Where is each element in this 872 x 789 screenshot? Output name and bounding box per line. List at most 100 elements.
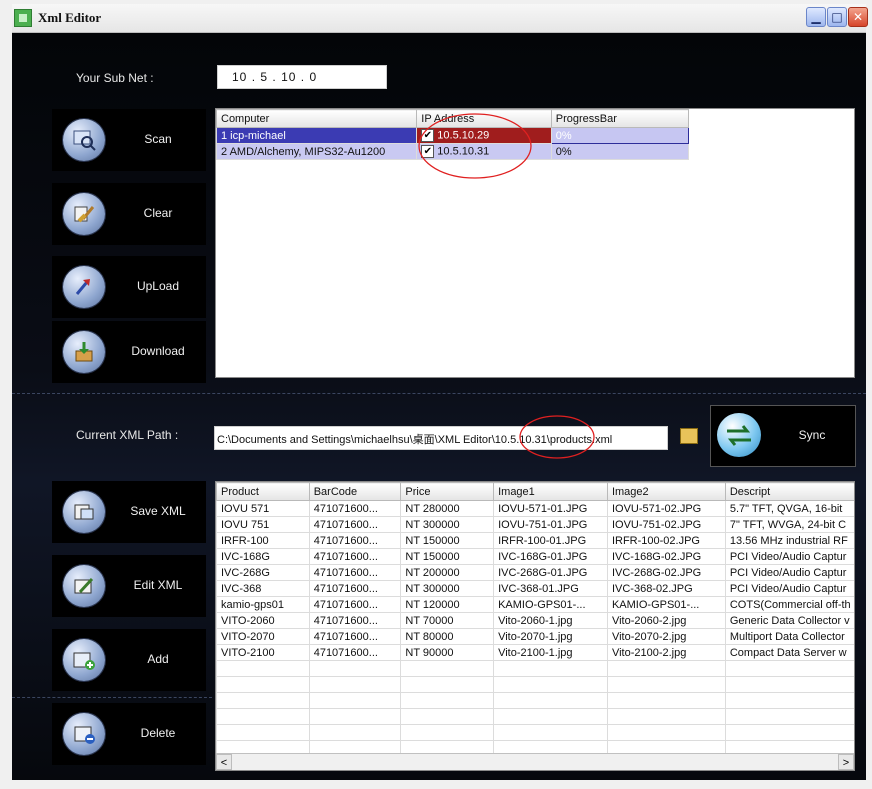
table-cell[interactable]: 471071600...	[308, 644, 402, 661]
table-cell[interactable]: IVC-168G-02.JPG	[606, 548, 726, 565]
table-cell[interactable]: IVC-368	[216, 580, 310, 597]
column-header-descript[interactable]: Descript	[724, 482, 854, 501]
table-cell[interactable]: IOVU 571	[216, 500, 310, 517]
table-row[interactable]: IOVU 751 471071600... NT 300000 IOVU-751-01…	[216, 516, 854, 533]
table-cell[interactable]: Vito-2060-1.jpg	[493, 612, 608, 629]
table-cell[interactable]: KAMIO-GPS01-...	[606, 596, 726, 613]
add-button[interactable]: Add	[52, 629, 206, 691]
table-cell[interactable]: IVC-268G	[216, 564, 310, 581]
table-cell[interactable]: IRFR-100-02.JPG	[606, 532, 726, 549]
scroll-left-icon[interactable]: <	[216, 754, 232, 770]
table-cell[interactable]: Multiport Data Collector	[724, 628, 854, 645]
table-cell[interactable]: IVC-368-01.JPG	[493, 580, 608, 597]
table-cell[interactable]: NT 70000	[400, 612, 495, 629]
subnet-input[interactable]: 10 . 5 . 10 . 0	[217, 65, 387, 89]
column-header-product[interactable]: Product	[216, 482, 310, 501]
table-cell[interactable]: Generic Data Collector v	[724, 612, 854, 629]
table-cell[interactable]: VITO-2070	[216, 628, 310, 645]
table-cell[interactable]: VITO-2100	[216, 644, 310, 661]
table-cell[interactable]: IOVU 751	[216, 516, 310, 533]
table-cell[interactable]: 471071600...	[308, 548, 402, 565]
table-row[interactable]: VITO-2060 471071600... NT 70000 Vito-2060-1…	[216, 612, 854, 629]
table-cell[interactable]: COTS(Commercial off-th	[724, 596, 854, 613]
table-row[interactable]: IRFR-100 471071600... NT 150000 IRFR-100-01…	[216, 532, 854, 549]
table-row[interactable]: IVC-368 471071600... NT 300000 IVC-368-01.J…	[216, 580, 854, 597]
delete-button[interactable]: Delete	[52, 703, 206, 765]
table-cell[interactable]: 13.56 MHz industrial RF	[724, 532, 854, 549]
table-cell[interactable]: kamio-gps01	[216, 596, 310, 613]
table-cell[interactable]: 471071600...	[308, 580, 402, 597]
table-cell[interactable]: IVC-168G-01.JPG	[493, 548, 608, 565]
table-cell[interactable]: PCI Video/Audio Captur	[724, 548, 854, 565]
table-cell[interactable]: IRFR-100	[216, 532, 310, 549]
table-cell[interactable]: NT 90000	[400, 644, 495, 661]
table-cell[interactable]: IRFR-100-01.JPG	[493, 532, 608, 549]
scroll-right-icon[interactable]: >	[838, 754, 854, 770]
table-row[interactable]: kamio-gps01 471071600... NT 120000 KAMIO-GP…	[216, 596, 854, 613]
table-cell[interactable]: NT 150000	[400, 548, 495, 565]
table-cell[interactable]: 471071600...	[308, 628, 402, 645]
table-cell[interactable]: PCI Video/Audio Captur	[724, 580, 854, 597]
table-cell[interactable]: Vito-2070-2.jpg	[606, 628, 726, 645]
save-xml-button[interactable]: Save XML	[52, 481, 206, 543]
table-cell[interactable]: Vito-2100-2.jpg	[606, 644, 726, 661]
table-cell[interactable]: IVC-268G-01.JPG	[493, 564, 608, 581]
close-icon[interactable]: ✕	[848, 7, 868, 27]
table-row[interactable]: IVC-268G 471071600... NT 200000 IVC-268G-01…	[216, 564, 854, 581]
column-header-price[interactable]: Price	[400, 482, 495, 501]
table-cell[interactable]: NT 80000	[400, 628, 495, 645]
maximize-icon[interactable]: □	[827, 7, 847, 27]
table-cell[interactable]: Compact Data Server w	[724, 644, 854, 661]
clear-icon	[63, 193, 105, 235]
horizontal-scrollbar[interactable]: < >	[216, 753, 854, 770]
table-cell[interactable]: IVC-368-02.JPG	[606, 580, 726, 597]
table-cell[interactable]: NT 300000	[400, 580, 495, 597]
folder-icon[interactable]	[680, 428, 698, 444]
download-button[interactable]: Download	[52, 321, 206, 383]
column-header-computer[interactable]: Computer	[216, 109, 418, 128]
products-grid[interactable]: Product BarCode Price Image1 Image2 Desc…	[215, 481, 855, 771]
column-header-image2[interactable]: Image2	[606, 482, 726, 501]
table-row[interactable]: VITO-2070 471071600... NT 80000 Vito-2070-1…	[216, 628, 854, 645]
table-cell[interactable]: 471071600...	[308, 516, 402, 533]
table-cell[interactable]: KAMIO-GPS01-...	[493, 596, 608, 613]
table-cell[interactable]: Vito-2060-2.jpg	[606, 612, 726, 629]
table-cell[interactable]: 5.7" TFT, QVGA, 16-bit	[724, 500, 854, 517]
column-header-barcode[interactable]: BarCode	[308, 482, 402, 501]
clear-button[interactable]: Clear	[52, 183, 206, 245]
table-cell[interactable]: IOVU-571-01.JPG	[493, 500, 608, 517]
table-cell[interactable]: NT 150000	[400, 532, 495, 549]
table-cell[interactable]: IVC-268G-02.JPG	[606, 564, 726, 581]
table-row[interactable]: VITO-2100 471071600... NT 90000 Vito-2100-1…	[216, 644, 854, 661]
table-cell[interactable]: NT 200000	[400, 564, 495, 581]
table-cell[interactable]: 471071600...	[308, 612, 402, 629]
table-cell[interactable]: IOVU-571-02.JPG	[606, 500, 726, 517]
scan-button[interactable]: Scan	[52, 109, 206, 171]
table-cell[interactable]: 471071600...	[308, 596, 402, 613]
edit-xml-button[interactable]: Edit XML	[52, 555, 206, 617]
table-cell[interactable]: NT 280000	[400, 500, 495, 517]
table-cell[interactable]: 471071600...	[308, 564, 402, 581]
table-cell[interactable]: IOVU-751-02.JPG	[606, 516, 726, 533]
table-cell[interactable]: VITO-2060	[216, 612, 310, 629]
xml-path-input[interactable]: C:\Documents and Settings\michaelhsu\桌面\…	[214, 426, 668, 450]
table-cell[interactable]: NT 300000	[400, 516, 495, 533]
table-row[interactable]: IVC-168G 471071600... NT 150000 IVC-168G-01…	[216, 548, 854, 565]
table-cell[interactable]: Vito-2100-1.jpg	[493, 644, 608, 661]
table-cell[interactable]: Vito-2070-1.jpg	[493, 628, 608, 645]
upload-button[interactable]: UpLoad	[52, 256, 206, 318]
computer-grid[interactable]: Computer IP Address ProgressBar 1 icp-mi…	[215, 108, 855, 378]
table-cell[interactable]: 471071600...	[308, 532, 402, 549]
column-header-image1[interactable]: Image1	[493, 482, 608, 501]
table-cell[interactable]: NT 120000	[400, 596, 495, 613]
table-cell[interactable]: IOVU-751-01.JPG	[493, 516, 608, 533]
table-row[interactable]: IOVU 571 471071600... NT 280000 IOVU-571-01…	[216, 500, 854, 517]
table-cell[interactable]: 7" TFT, WVGA, 24-bit C	[724, 516, 854, 533]
table-cell[interactable]: IVC-168G	[216, 548, 310, 565]
minimize-icon[interactable]: ▁	[806, 7, 826, 27]
empty-cell	[493, 660, 608, 677]
column-header-progress[interactable]: ProgressBar	[550, 109, 690, 128]
table-cell[interactable]: 471071600...	[308, 500, 402, 517]
sync-button[interactable]: Sync	[710, 405, 856, 467]
table-cell[interactable]: PCI Video/Audio Captur	[724, 564, 854, 581]
